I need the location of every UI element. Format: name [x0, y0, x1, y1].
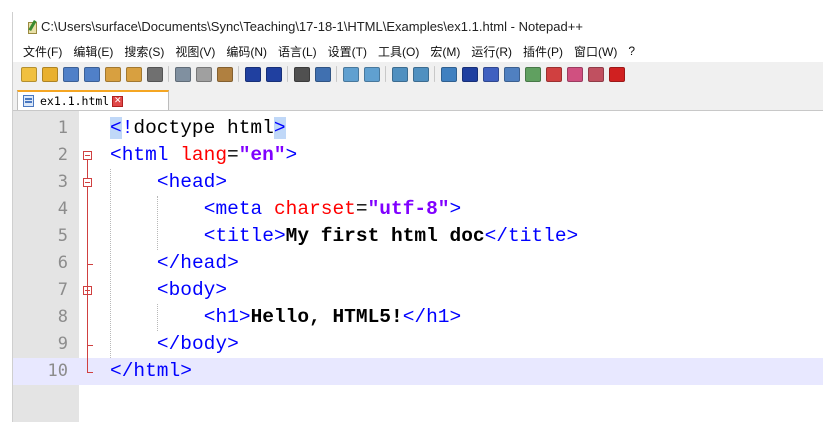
code-line[interactable]: 6 </head>	[13, 250, 823, 277]
line-number: 9	[57, 334, 68, 354]
code-text: </html>	[110, 360, 192, 382]
indent-guide	[110, 169, 111, 358]
fold-end-marker	[87, 372, 93, 373]
menu-item-3[interactable]: 视图(V)	[175, 43, 215, 60]
toolbar	[13, 63, 823, 85]
menu-item-5[interactable]: 语言(L)	[278, 43, 317, 60]
fold-toggle-icon[interactable]	[83, 178, 92, 187]
indent-guide	[156, 304, 158, 331]
code-line[interactable]: 4 <meta charset="utf-8">	[13, 196, 823, 223]
title-bar: C:\Users\surface\Documents\Sync\Teaching…	[13, 12, 823, 40]
print-icon[interactable]	[147, 66, 163, 82]
line-number: 2	[57, 145, 68, 165]
fold-end-marker	[87, 264, 93, 265]
replace-icon[interactable]	[315, 66, 331, 82]
zoom-in-icon[interactable]	[343, 66, 359, 82]
fold-end-marker	[87, 345, 93, 346]
paste-icon[interactable]	[217, 66, 233, 82]
code-text: </head>	[156, 252, 239, 274]
user-lang-icon[interactable]	[504, 66, 520, 82]
line-number: 3	[57, 172, 68, 192]
notepad-plus-plus-window: C:\Users\surface\Documents\Sync\Teaching…	[12, 12, 823, 422]
redo-icon[interactable]	[266, 66, 282, 82]
toolbar-separator	[434, 66, 435, 82]
code-line[interactable]: 8 <h1>Hello, HTML5!</h1>	[13, 304, 823, 331]
toolbar-separator	[238, 66, 239, 82]
sync-vertical-icon[interactable]	[392, 66, 408, 82]
toolbar-separator	[385, 66, 386, 82]
line-number: 1	[57, 118, 68, 138]
menu-item-1[interactable]: 编辑(E)	[73, 43, 113, 60]
find-icon[interactable]	[294, 66, 310, 82]
code-text: <title>My first html doc</title>	[203, 225, 579, 247]
line-number: 8	[57, 307, 68, 327]
record-macro-icon[interactable]	[609, 66, 625, 82]
new-file-icon[interactable]	[21, 66, 37, 82]
monitoring-icon[interactable]	[588, 66, 604, 82]
window-title: C:\Users\surface\Documents\Sync\Teaching…	[41, 18, 583, 34]
show-all-chars-icon[interactable]	[462, 66, 478, 82]
code-editor[interactable]: 1 <!doctype html> 2 <html lang="en"> 3 <head>…	[13, 111, 823, 422]
line-number: 7	[57, 280, 68, 300]
code-line[interactable]: 9 </body>	[13, 331, 823, 358]
toolbar-separator	[287, 66, 288, 82]
code-text: <head>	[156, 171, 228, 193]
cut-icon[interactable]	[175, 66, 191, 82]
code-line[interactable]: 10 </html>	[13, 358, 823, 385]
code-line[interactable]: 1 <!doctype html>	[13, 115, 823, 142]
menu-item-6[interactable]: 设置(T)	[328, 43, 367, 60]
code-line[interactable]: 5 <title>My first html doc</title>	[13, 223, 823, 250]
zoom-out-icon[interactable]	[364, 66, 380, 82]
indent-guide-icon[interactable]	[483, 66, 499, 82]
code-line[interactable]: 7 <body>	[13, 277, 823, 304]
menu-item-4[interactable]: 编码(N)	[226, 43, 267, 60]
undo-icon[interactable]	[245, 66, 261, 82]
menu-item-7[interactable]: 工具(O)	[378, 43, 419, 60]
tab-label: ex1.1.html	[40, 94, 110, 108]
toolbar-separator	[168, 66, 169, 82]
menu-item-9[interactable]: 运行(R)	[471, 43, 512, 60]
menu-item-11[interactable]: 窗口(W)	[574, 43, 617, 60]
code-line[interactable]: 3 <head>	[13, 169, 823, 196]
close-tab-icon[interactable]: ✕	[112, 95, 124, 107]
toolbar-separator	[336, 66, 337, 82]
code-text: <meta charset="utf-8">	[203, 198, 462, 220]
menu-item-10[interactable]: 插件(P)	[523, 43, 563, 60]
line-number: 10	[47, 361, 68, 381]
close-all-icon[interactable]	[126, 66, 142, 82]
line-number: 5	[57, 226, 68, 246]
code-text: <html lang="en">	[110, 144, 298, 166]
save-icon[interactable]	[63, 66, 79, 82]
code-text: <body>	[156, 279, 228, 301]
tab-bar: ex1.1.html ✕	[13, 88, 823, 111]
word-wrap-icon[interactable]	[441, 66, 457, 82]
line-number: 6	[57, 253, 68, 273]
save-all-icon[interactable]	[84, 66, 100, 82]
doc-map-icon[interactable]	[525, 66, 541, 82]
code-text: </body>	[156, 333, 239, 355]
code-text: <!doctype html>	[110, 117, 286, 139]
file-saved-icon	[23, 95, 34, 107]
tab-ex1-1-html[interactable]: ex1.1.html ✕	[17, 90, 169, 110]
indent-guide	[156, 196, 158, 250]
open-file-icon[interactable]	[42, 66, 58, 82]
sync-horizontal-icon[interactable]	[413, 66, 429, 82]
function-list-icon[interactable]	[546, 66, 562, 82]
copy-icon[interactable]	[196, 66, 212, 82]
menu-bar: 文件(F) 编辑(E) 搜索(S) 视图(V) 编码(N) 语言(L) 设置(T) 工具(O)…	[13, 40, 823, 62]
code-line[interactable]: 2 <html lang="en">	[13, 142, 823, 169]
menu-item-8[interactable]: 宏(M)	[430, 43, 460, 60]
line-number: 4	[57, 199, 68, 219]
menu-item-2[interactable]: 搜索(S)	[124, 43, 164, 60]
menu-item-0[interactable]: 文件(F)	[23, 43, 62, 60]
menu-item-12[interactable]: ?	[628, 44, 635, 58]
fold-toggle-icon[interactable]	[83, 151, 92, 160]
folder-workspace-icon[interactable]	[567, 66, 583, 82]
close-icon[interactable]	[105, 66, 121, 82]
code-text: <h1>Hello, HTML5!</h1>	[203, 306, 462, 328]
fold-guide-line	[87, 160, 88, 178]
notepad-plus-plus-icon	[27, 19, 37, 34]
